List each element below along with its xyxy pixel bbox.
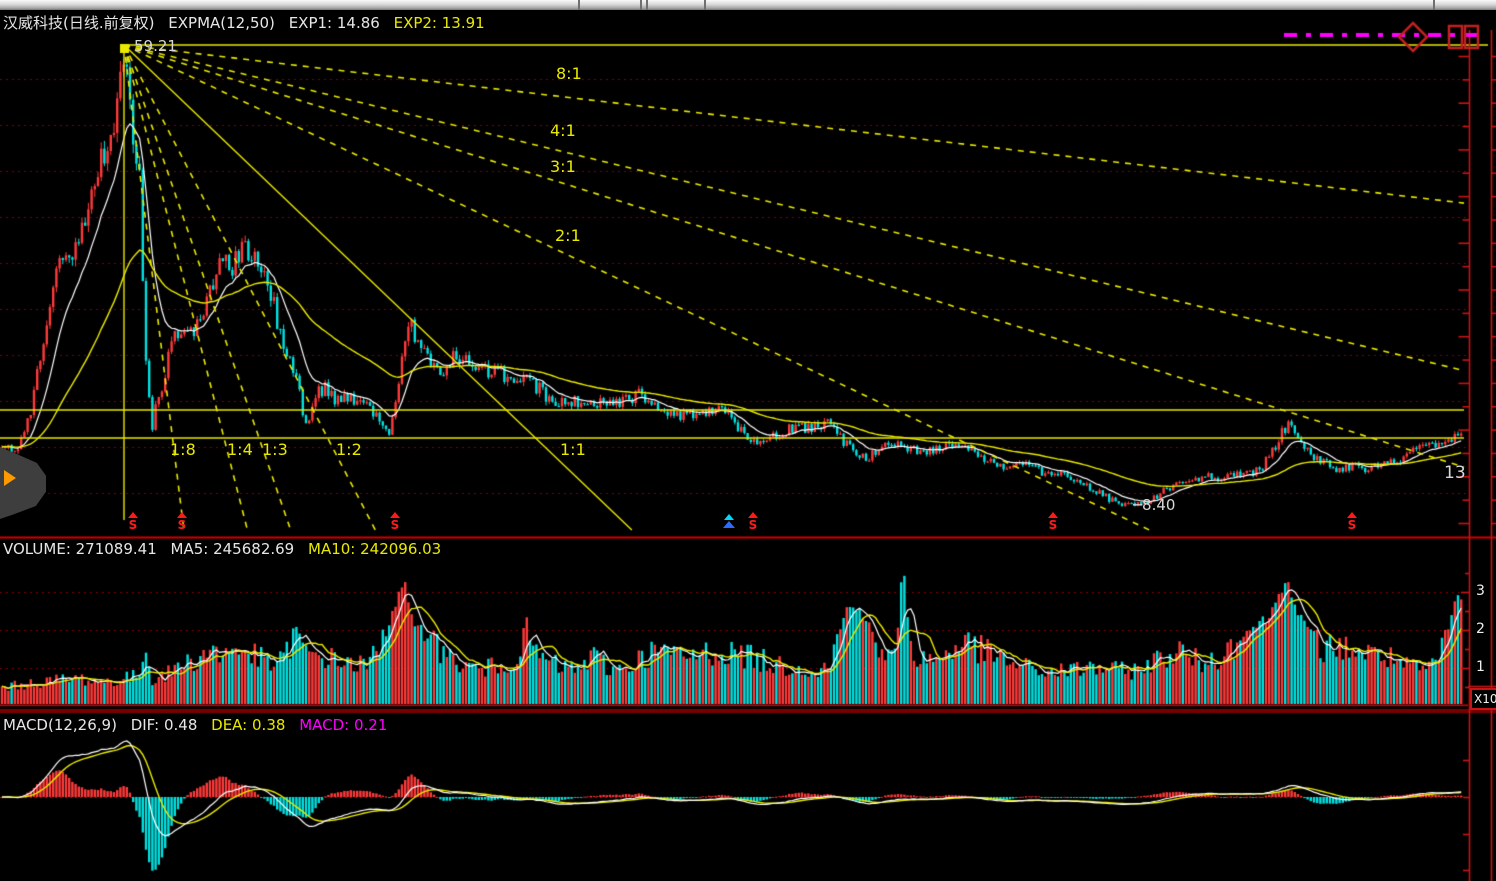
volume-unit-multiplier: X10 bbox=[1470, 688, 1496, 710]
gann-ratio-label: 4:1 bbox=[550, 121, 576, 140]
gann-ratio-label: 8:1 bbox=[556, 64, 582, 83]
sell-signal-marker: S bbox=[745, 512, 761, 531]
sell-signal-marker: S bbox=[1045, 512, 1061, 531]
gann-ratio-label: 1:2 bbox=[336, 440, 362, 459]
volume-value: VOLUME: 271089.41 bbox=[3, 540, 157, 558]
volume-axis-label: 2 bbox=[1476, 621, 1485, 637]
sell-signal-marker: S bbox=[174, 512, 190, 531]
volume-axis-label: 3 bbox=[1476, 583, 1485, 599]
macd-dea-value: DEA: 0.38 bbox=[211, 716, 285, 734]
volume-ma5-value: MA5: 245682.69 bbox=[171, 540, 295, 558]
price-label: 59.21 bbox=[134, 37, 177, 55]
price-label: 13 bbox=[1444, 463, 1466, 483]
sell-signal-marker: S bbox=[387, 512, 403, 531]
buy-arrow-icon bbox=[724, 514, 734, 520]
gann-ratio-label: 3:1 bbox=[550, 157, 576, 176]
gann-ratio-label: 2:1 bbox=[555, 226, 581, 245]
expand-sidebar-arrow-icon[interactable] bbox=[4, 470, 16, 486]
buy-arrow-icon bbox=[723, 521, 735, 528]
sell-letter: S bbox=[1344, 519, 1360, 531]
macd-dif-value: DIF: 0.48 bbox=[131, 716, 198, 734]
sell-letter: S bbox=[745, 519, 761, 531]
sell-letter: S bbox=[125, 519, 141, 531]
sell-letter: S bbox=[174, 519, 190, 531]
sell-signal-marker: S bbox=[1344, 512, 1360, 531]
gann-ratio-label: 1:1 bbox=[560, 440, 586, 459]
macd-value: MACD: 0.21 bbox=[299, 716, 387, 734]
macd-params[interactable]: MACD(12,26,9) bbox=[3, 716, 117, 734]
price-label: ─8.40 bbox=[1133, 496, 1175, 514]
buy-signal-marker bbox=[721, 514, 737, 528]
gann-ratio-label: 1:3 bbox=[262, 440, 288, 459]
gann-ratio-label: 1:4 bbox=[227, 440, 253, 459]
volume-ma10-value: MA10: 242096.03 bbox=[308, 540, 441, 558]
sell-letter: S bbox=[387, 519, 403, 531]
stock-chart-canvas[interactable] bbox=[0, 0, 1496, 881]
sell-signal-marker: S bbox=[125, 512, 141, 531]
gann-ratio-label: 1:8 bbox=[170, 440, 196, 459]
volume-axis-label: 1 bbox=[1476, 659, 1485, 675]
macd-panel-header: MACD(12,26,9) DIF: 0.48 DEA: 0.38 MACD: … bbox=[3, 716, 396, 734]
volume-panel-header: VOLUME: 271089.41 MA5: 245682.69 MA10: 2… bbox=[3, 540, 450, 558]
sell-letter: S bbox=[1045, 519, 1061, 531]
